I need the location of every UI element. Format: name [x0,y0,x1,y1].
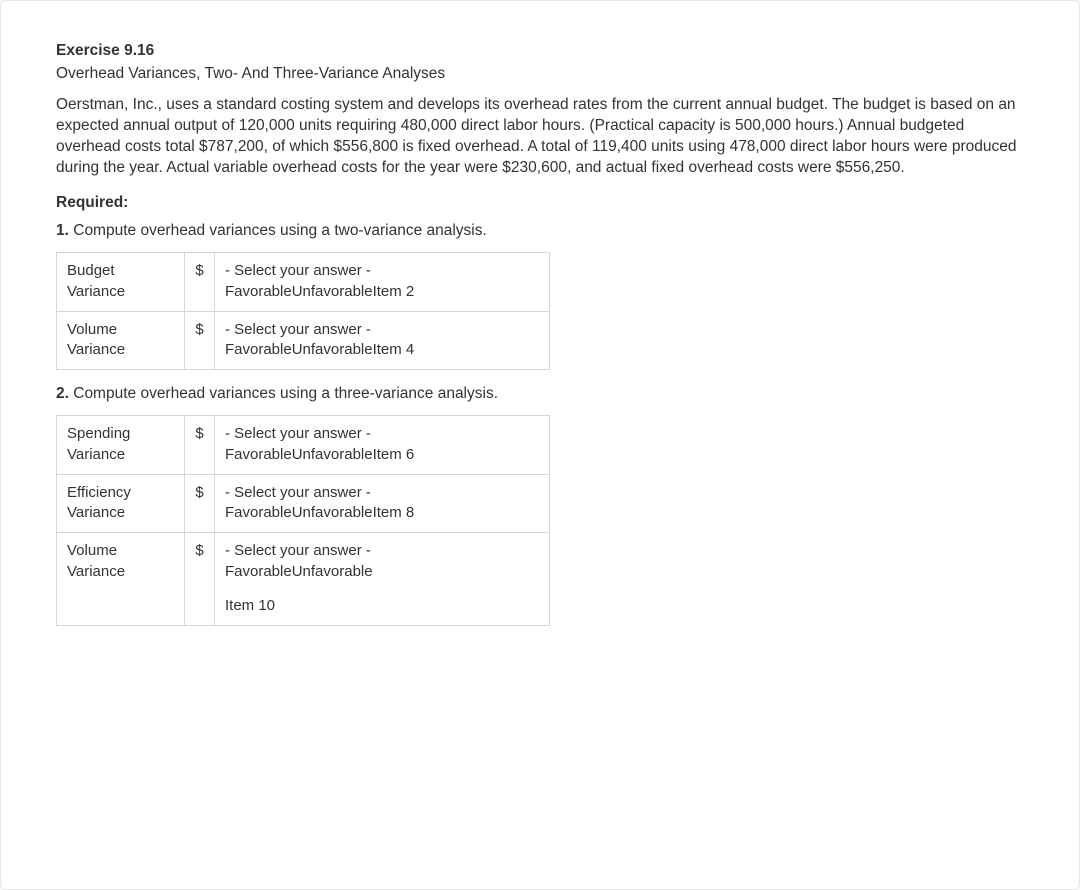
exercise-card: Exercise 9.16 Overhead Variances, Two- A… [0,0,1080,890]
row-label: Efficiency Variance [57,474,185,533]
item-label: Item 10 [225,596,539,616]
table-row: Spending Variance $ - Select your answer… [57,416,550,475]
answer-select[interactable]: - Select your answer - FavorableUnfavora… [215,533,550,626]
select-options-text: FavorableUnfavorableItem 6 [225,446,414,463]
q2-number: 2. [56,385,69,402]
currency-symbol: $ [185,474,215,533]
answer-select[interactable]: - Select your answer - FavorableUnfavora… [215,474,550,533]
select-placeholder: - Select your answer - [225,262,371,279]
select-placeholder: - Select your answer - [225,542,371,559]
question-1: 1. Compute overhead variances using a tw… [56,221,1024,242]
row-label: Budget Variance [57,253,185,312]
problem-body: Oerstman, Inc., uses a standard costing … [56,95,1024,179]
table-row: Volume Variance $ - Select your answer -… [57,311,550,370]
row-label: Volume Variance [57,311,185,370]
table-row: Volume Variance $ - Select your answer -… [57,533,550,626]
question-2: 2. Compute overhead variances using a th… [56,384,1024,405]
select-options-text: FavorableUnfavorableItem 4 [225,341,414,358]
row-label: Volume Variance [57,533,185,626]
currency-symbol: $ [185,533,215,626]
row-label: Spending Variance [57,416,185,475]
select-options-text: FavorableUnfavorableItem 2 [225,283,414,300]
select-placeholder: - Select your answer - [225,321,371,338]
exercise-title: Overhead Variances, Two- And Three-Varia… [56,64,1024,85]
select-placeholder: - Select your answer - [225,425,371,442]
q1-number: 1. [56,222,69,239]
q2-text: Compute overhead variances using a three… [69,385,498,402]
answer-select[interactable]: - Select your answer - FavorableUnfavora… [215,253,550,312]
three-variance-table: Spending Variance $ - Select your answer… [56,415,550,626]
currency-symbol: $ [185,416,215,475]
currency-symbol: $ [185,253,215,312]
select-placeholder: - Select your answer - [225,484,371,501]
select-options-text: FavorableUnfavorableItem 8 [225,504,414,521]
two-variance-table: Budget Variance $ - Select your answer -… [56,252,550,370]
q1-text: Compute overhead variances using a two-v… [69,222,487,239]
select-options-text: FavorableUnfavorable [225,563,373,580]
answer-select[interactable]: - Select your answer - FavorableUnfavora… [215,311,550,370]
table-row: Budget Variance $ - Select your answer -… [57,253,550,312]
answer-select[interactable]: - Select your answer - FavorableUnfavora… [215,416,550,475]
required-label: Required: [56,193,1024,214]
exercise-number: Exercise 9.16 [56,41,1024,62]
currency-symbol: $ [185,311,215,370]
table-row: Efficiency Variance $ - Select your answ… [57,474,550,533]
